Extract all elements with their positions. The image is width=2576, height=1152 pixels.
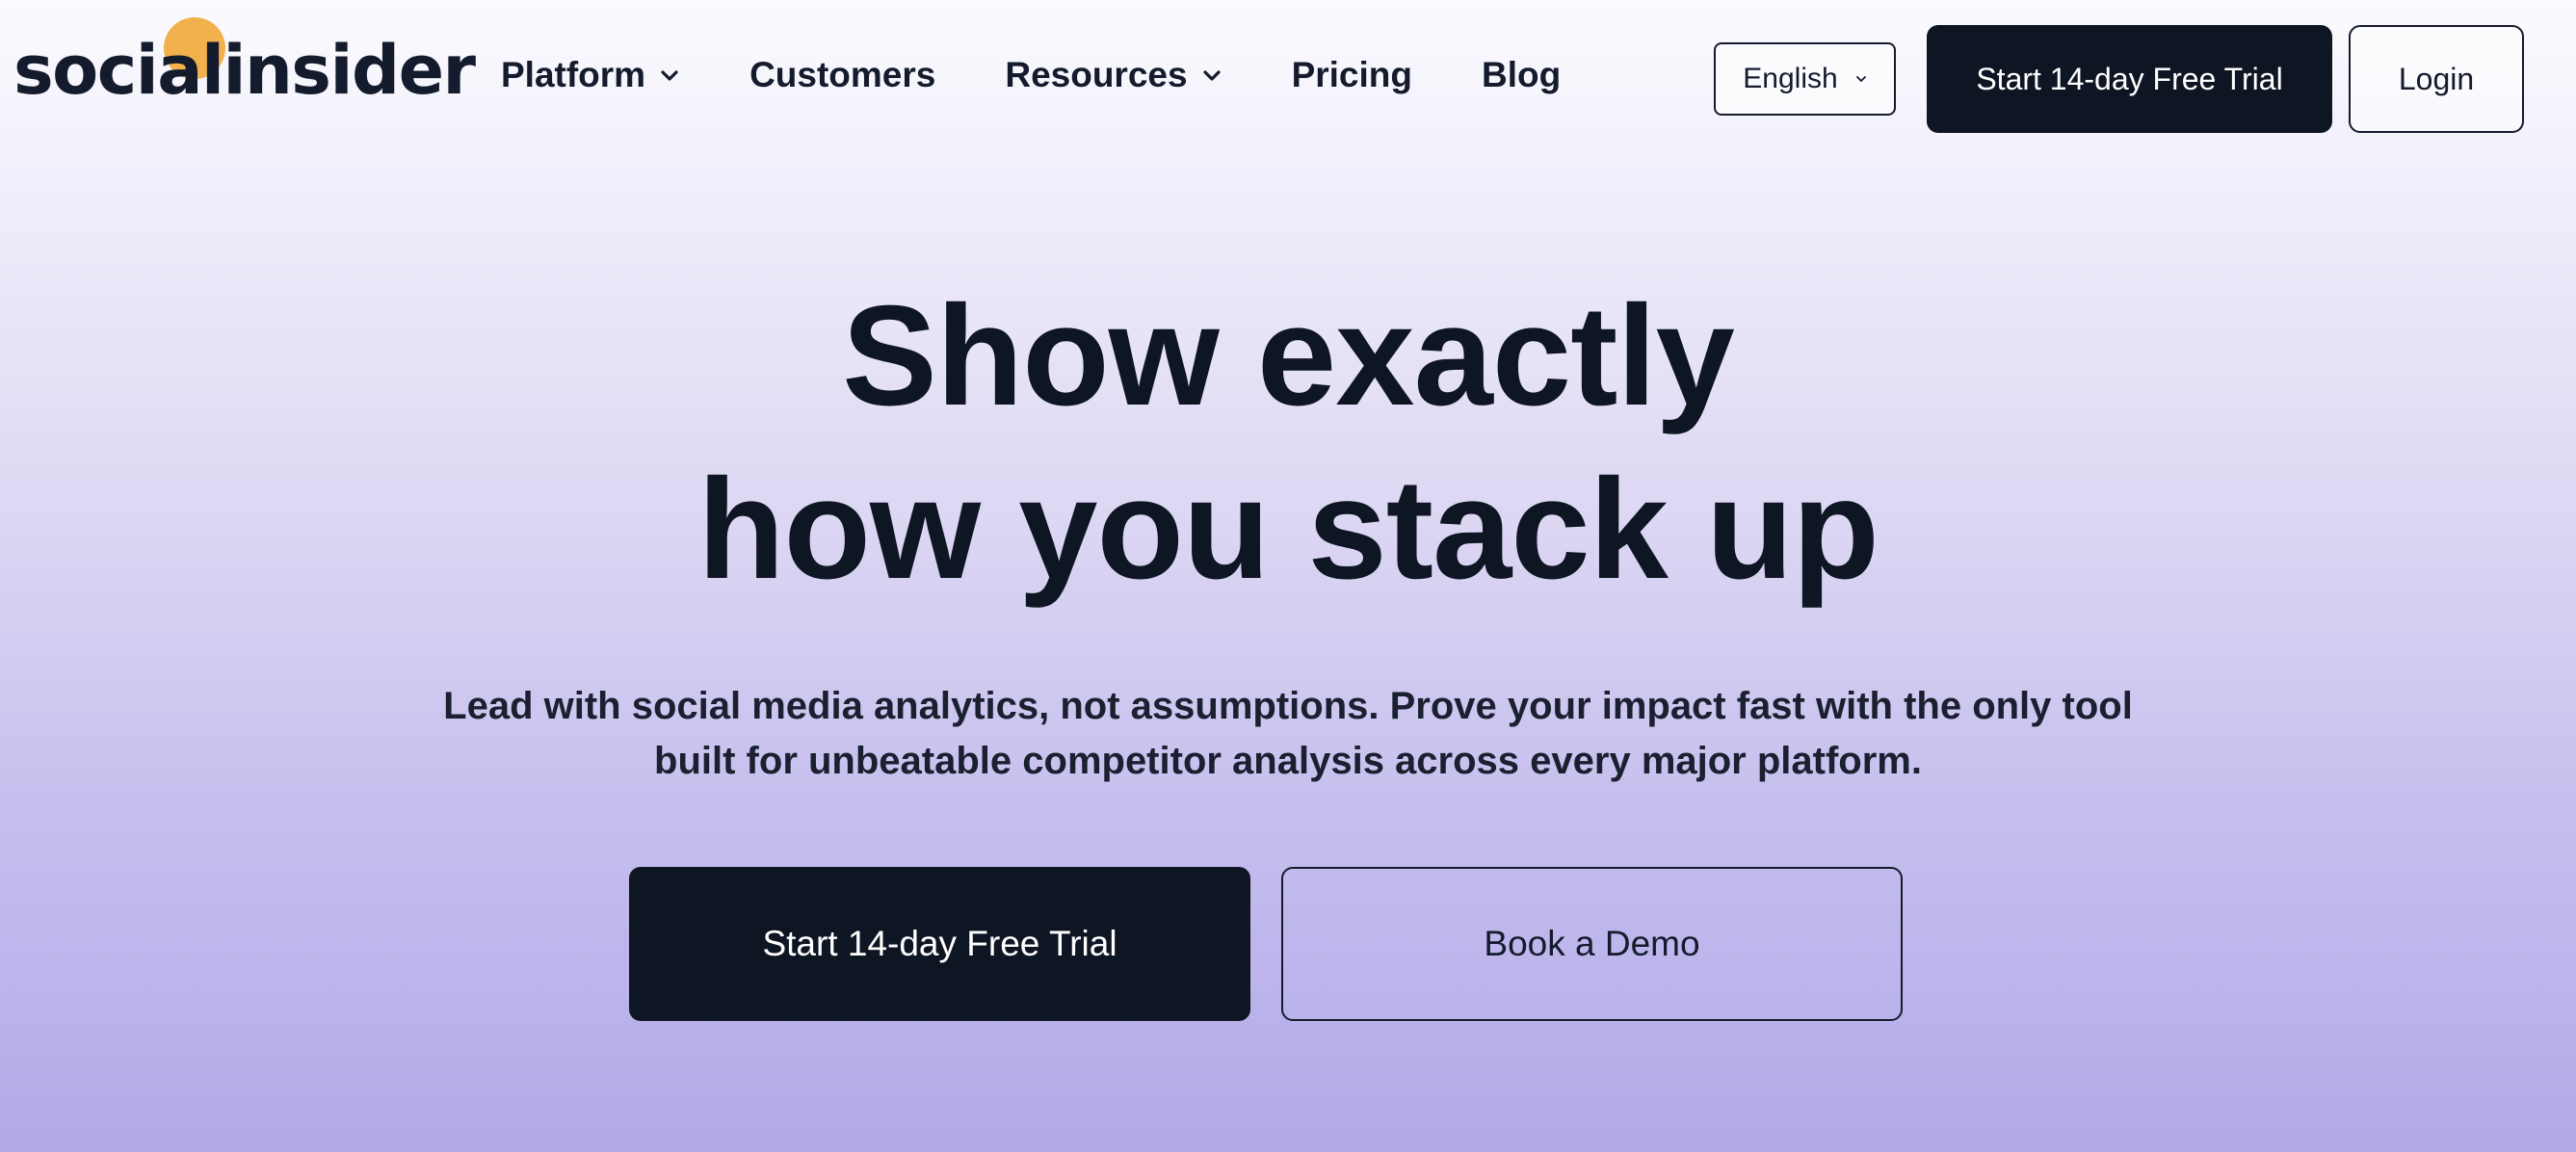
nav-item-label: Resources (1005, 55, 1188, 94)
nav-item-customers[interactable]: Customers (749, 55, 935, 95)
hero-title-line-2: how you stack up (697, 450, 1879, 609)
nav-item-label: Blog (1482, 55, 1562, 94)
site-header: socialinsider Platform Customers Resourc… (0, 0, 2576, 154)
nav-item-platform[interactable]: Platform (501, 55, 680, 95)
hero-subtitle: Lead with social media analytics, not as… (443, 685, 2133, 782)
nav-item-label: Pricing (1291, 55, 1412, 94)
hero-start-trial-button[interactable]: Start 14-day Free Trial (629, 867, 1250, 1021)
nav-item-blog[interactable]: Blog (1482, 55, 1561, 95)
socialinsider-logo[interactable]: socialinsider (13, 17, 476, 114)
chevron-down-icon (661, 70, 678, 81)
language-select-value: English (1743, 63, 1838, 94)
hero-title: Show exactly how you stack up (0, 270, 2576, 616)
nav-item-label: Customers (749, 55, 936, 94)
nav-item-pricing[interactable]: Pricing (1292, 55, 1412, 95)
language-select[interactable]: English (1714, 42, 1896, 116)
login-button[interactable]: Login (2349, 25, 2524, 133)
nav-item-label: Platform (501, 55, 646, 94)
nav-item-resources[interactable]: Resources (1005, 55, 1222, 95)
book-demo-button[interactable]: Book a Demo (1281, 867, 1903, 1021)
hero-title-line-1: Show exactly (842, 276, 1735, 435)
header-start-trial-button[interactable]: Start 14-day Free Trial (1927, 25, 2332, 133)
chevron-down-icon (1202, 70, 1221, 81)
chevron-down-icon (1855, 76, 1866, 82)
main-nav: Platform Customers Resources Pricing Blo… (501, 0, 1630, 150)
logo-wordmark: socialinsider (13, 31, 476, 110)
